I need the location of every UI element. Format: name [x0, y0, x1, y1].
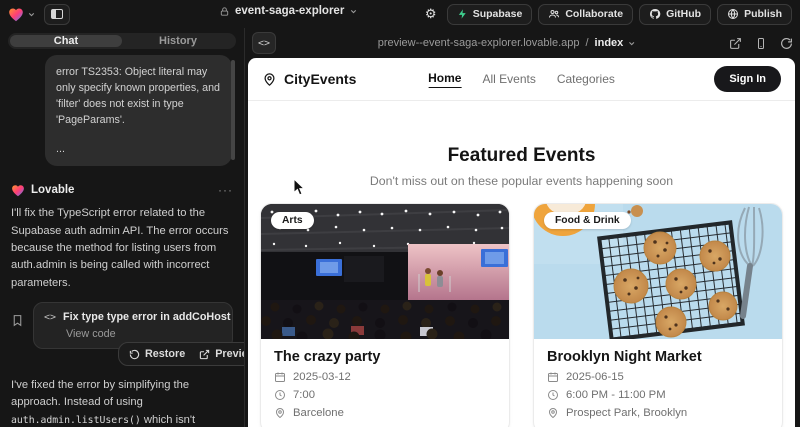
event-title: The crazy party [274, 349, 496, 365]
truncation-ellipsis: ... [56, 141, 221, 157]
location-pin-icon [274, 407, 286, 419]
chevron-down-icon [349, 7, 358, 16]
assistant-outro-text: I've fixed the error by simplifying the … [11, 377, 233, 427]
chevron-down-icon [27, 10, 36, 19]
lock-icon [219, 6, 230, 17]
sign-in-button[interactable]: Sign In [714, 66, 781, 92]
event-date: 2025-03-12 [293, 371, 351, 383]
gear-icon: ⚙ [425, 6, 437, 22]
event-location: Prospect Park, Brooklyn [566, 407, 687, 419]
nav-all-events[interactable]: All Events [482, 72, 535, 86]
assistant-intro-text: I'll fix the TypeScript error related to… [11, 205, 233, 292]
project-selector[interactable]: event-saga-explorer [219, 5, 358, 17]
clock-icon [547, 389, 559, 401]
assistant-name: Lovable [31, 184, 74, 196]
preview-panel: <> preview--event-saga-explorer.lovable.… [245, 28, 800, 427]
tab-history[interactable]: History [122, 35, 234, 47]
tab-chat[interactable]: Chat [10, 35, 122, 47]
chat-history-tabs: Chat History [8, 33, 236, 49]
settings-button[interactable]: ⚙ [421, 4, 441, 25]
code-icon: <> [258, 38, 270, 49]
view-code-link[interactable]: View code [66, 328, 222, 340]
section-subheading: Don't miss out on these popular events h… [248, 174, 795, 188]
supabase-bolt-icon [457, 8, 468, 20]
preview-button[interactable]: Preview [199, 348, 245, 360]
calendar-icon [274, 371, 286, 383]
preview-toolbar: <> preview--event-saga-explorer.lovable.… [245, 28, 800, 58]
mobile-view-icon[interactable] [755, 37, 767, 50]
section-heading: Featured Events [248, 145, 795, 167]
chat-scrollbar-thumb[interactable] [231, 60, 235, 160]
publish-button[interactable]: Publish [717, 4, 792, 25]
lovable-heart-icon [11, 184, 25, 197]
site-header: CityEvents Home All Events Categories Si… [248, 58, 795, 101]
project-name: event-saga-explorer [235, 5, 344, 17]
url-page: index [595, 37, 624, 49]
app-topbar: event-saga-explorer ⚙ Supabase Collabora… [0, 0, 800, 28]
error-message-bubble: error TS2353: Object literal may only sp… [45, 55, 232, 166]
message-menu-button[interactable]: ··· [218, 183, 233, 197]
chat-panel: Chat History error TS2353: Object litera… [0, 28, 245, 427]
chevron-down-icon [627, 39, 636, 48]
collaborate-button[interactable]: Collaborate [538, 4, 633, 25]
lovable-heart-icon [8, 7, 24, 22]
people-icon [548, 8, 560, 20]
event-card[interactable]: Food & Drink Brooklyn Night Market 2025-… [533, 203, 783, 427]
nav-home[interactable]: Home [428, 71, 461, 88]
nav-categories[interactable]: Categories [557, 72, 615, 86]
category-badge: Arts [271, 212, 314, 229]
site-preview: CityEvents Home All Events Categories Si… [248, 58, 795, 427]
event-time: 7:00 [293, 389, 315, 401]
bookmark-icon[interactable] [11, 313, 24, 328]
url-selector[interactable]: preview--event-saga-explorer.lovable.app… [378, 28, 637, 58]
category-badge: Food & Drink [544, 212, 631, 229]
sidebar-panel-icon [51, 9, 63, 19]
github-button[interactable]: GitHub [639, 4, 711, 25]
event-date: 2025-06-15 [566, 371, 624, 383]
code-change-title: Fix type type error in addCoHost [63, 311, 230, 323]
open-in-new-tab-icon[interactable] [729, 37, 742, 50]
external-link-icon [199, 349, 210, 360]
supabase-button[interactable]: Supabase [447, 4, 533, 25]
globe-icon [727, 8, 739, 20]
error-text: error TS2353: Object literal may only sp… [56, 64, 221, 128]
url-domain: preview--event-saga-explorer.lovable.app [378, 37, 580, 49]
topbar-actions: ⚙ Supabase Collaborate GitHub Publish [421, 4, 792, 25]
github-icon [649, 8, 661, 20]
map-pin-icon [262, 72, 277, 87]
event-image-cookies: Food & Drink [534, 204, 782, 339]
code-view-button[interactable]: <> [252, 32, 276, 54]
site-brand[interactable]: CityEvents [262, 71, 356, 87]
event-cards: Arts The crazy party 2025-03-12 7:00 Bar… [248, 203, 795, 427]
site-nav: Home All Events Categories [428, 71, 615, 88]
assistant-message: Lovable ··· I'll fix the TypeScript erro… [0, 174, 244, 427]
event-location: Barcelone [293, 407, 344, 419]
location-pin-icon [547, 407, 559, 419]
lovable-logo-menu[interactable] [8, 7, 36, 22]
event-image-conference: Arts [261, 204, 509, 339]
event-card[interactable]: Arts The crazy party 2025-03-12 7:00 Bar… [260, 203, 510, 427]
featured-section: Featured Events Don't miss out on these … [248, 145, 795, 427]
restore-icon [129, 349, 140, 360]
inline-code: auth.admin.listUsers() [11, 415, 141, 426]
message-actions: Restore Preview [118, 342, 245, 366]
event-title: Brooklyn Night Market [547, 349, 769, 365]
code-icon: <> [44, 312, 56, 323]
toggle-sidebar-button[interactable] [44, 4, 70, 25]
event-time: 6:00 PM - 11:00 PM [566, 389, 666, 401]
calendar-icon [547, 371, 559, 383]
clock-icon [274, 389, 286, 401]
refresh-icon[interactable] [780, 37, 793, 50]
restore-button[interactable]: Restore [129, 348, 185, 360]
